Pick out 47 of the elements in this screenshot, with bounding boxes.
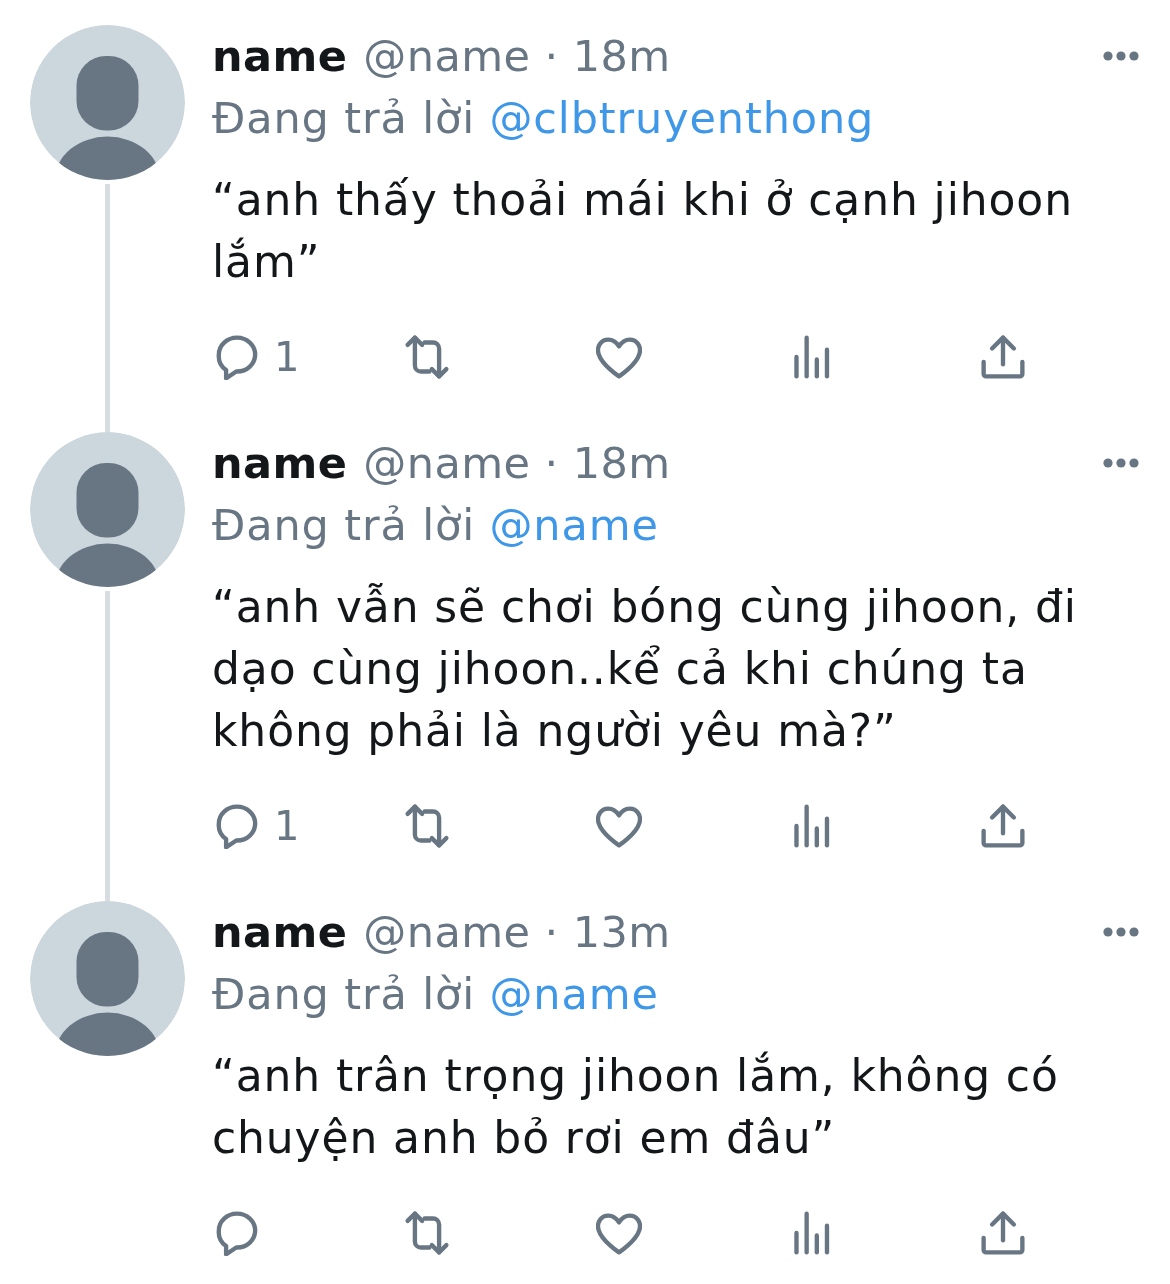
heart-icon	[596, 803, 642, 849]
retweet-button[interactable]	[404, 803, 450, 849]
like-button[interactable]	[596, 1210, 642, 1256]
more-icon	[1103, 927, 1139, 937]
share-button[interactable]	[980, 1210, 1026, 1256]
avatar-icon[interactable]	[30, 432, 185, 587]
replying-to-text: Đang trả lời @name	[212, 499, 660, 552]
share-icon	[980, 334, 1026, 380]
tweet-text: “anh trân trọng jihoon lắm, không có chuyện anh bỏ rơi em đâu”	[212, 1049, 1060, 1165]
retweet-icon	[404, 803, 450, 849]
tweet-text: “anh thấy thoải mái khi ở cạnh jihoon lắm”	[212, 173, 1074, 289]
like-button[interactable]	[596, 334, 642, 380]
avatar-icon[interactable]	[30, 901, 185, 1056]
display-name[interactable]: name	[212, 25, 348, 87]
share-icon	[980, 1210, 1026, 1256]
reply-count: 1	[274, 334, 300, 380]
heart-icon	[596, 1210, 642, 1256]
retweet-button[interactable]	[404, 1210, 450, 1256]
display-name[interactable]: name	[212, 901, 348, 963]
speech-bubble-icon	[214, 334, 260, 380]
speech-bubble-icon	[214, 803, 260, 849]
display-name[interactable]: name	[212, 432, 348, 494]
replying-to-text: Đang trả lời @name	[212, 968, 660, 1021]
retweet-icon	[404, 334, 450, 380]
tweet-text: “anh vẫn sẽ chơi bóng cùng jihoon, đi dạo cùng jihoon..kể cả khi chúng ta không phải là người yêu mà?”	[212, 580, 1078, 758]
more-icon	[1103, 51, 1139, 61]
mention-link[interactable]: @name	[489, 969, 659, 1019]
share-button[interactable]	[980, 803, 1026, 849]
like-button[interactable]	[596, 803, 642, 849]
replying-to-text: Đang trả lời @clbtruyenthong	[212, 92, 876, 145]
reply-button[interactable]: 1	[214, 334, 300, 380]
handle-and-time: @name · 18m	[363, 437, 671, 490]
share-button[interactable]	[980, 334, 1026, 380]
share-icon	[980, 803, 1026, 849]
reply-button[interactable]: 1	[214, 803, 300, 849]
retweet-button[interactable]	[404, 334, 450, 380]
handle-and-time: @name · 13m	[363, 906, 671, 959]
mention-link[interactable]: @name	[489, 500, 659, 550]
reply-count: 1	[274, 803, 300, 849]
reply-button[interactable]	[214, 1210, 260, 1256]
avatar-icon[interactable]	[30, 25, 185, 180]
heart-icon	[596, 334, 642, 380]
retweet-icon	[404, 1210, 450, 1256]
mention-link[interactable]: @clbtruyenthong	[489, 93, 875, 143]
more-icon	[1103, 458, 1139, 468]
speech-bubble-icon	[214, 1210, 260, 1256]
handle-and-time: @name · 18m	[363, 30, 671, 83]
